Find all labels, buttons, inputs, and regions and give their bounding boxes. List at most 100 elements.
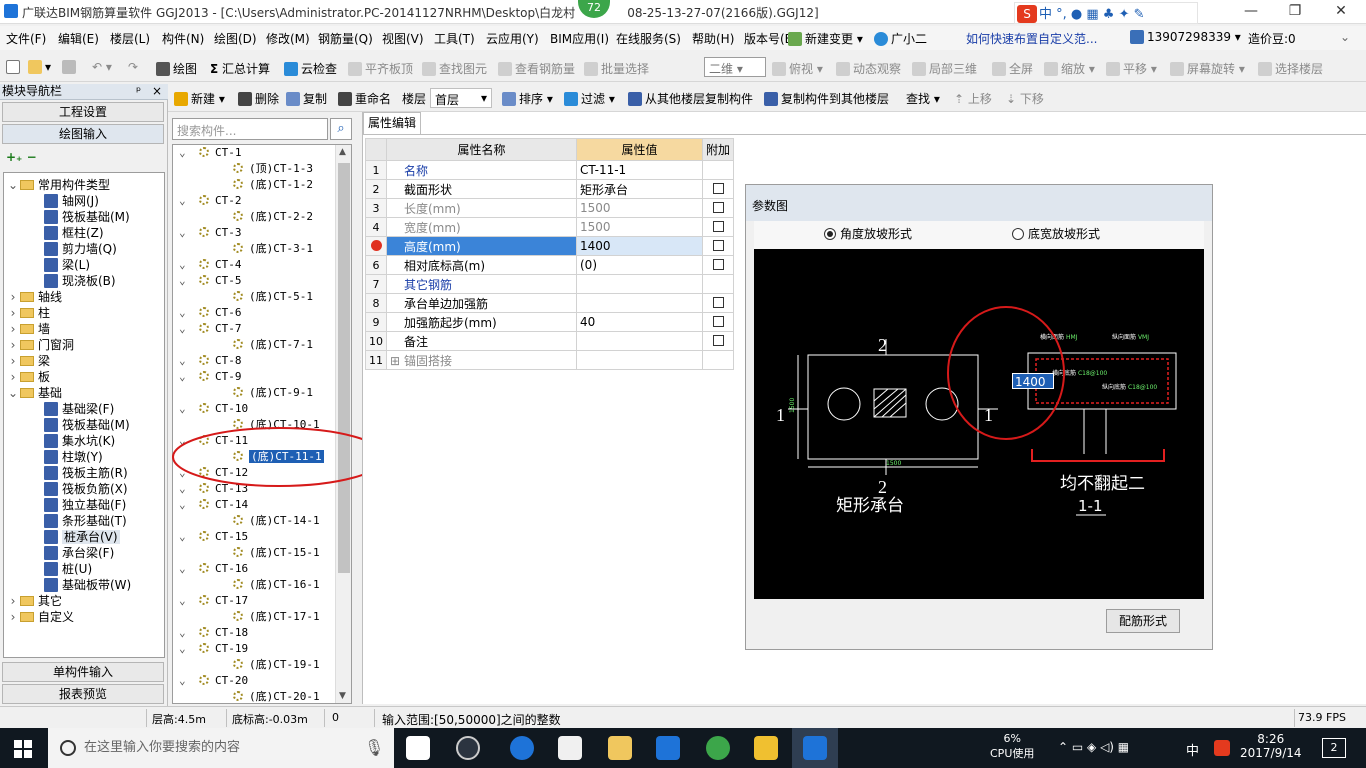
component-item[interactable]: (底)CT-20-1 (233, 689, 320, 703)
collapse-icon[interactable]: ⌄ (179, 401, 186, 417)
collapse-icon[interactable]: ⌄ (179, 353, 186, 369)
nav-tree-item[interactable]: › 柱 (8, 305, 50, 321)
component-item[interactable]: (底)CT-11-1 (233, 449, 324, 465)
sort-button[interactable]: 排序 ▾ (502, 90, 553, 107)
collapse-icon[interactable]: ⌄ (179, 225, 186, 241)
nav-tree-item[interactable]: 筏板负筋(X) (44, 481, 128, 497)
rebar-form-button[interactable]: 配筋形式 (1106, 609, 1180, 633)
component-group[interactable]: ⌄ CT-19 (179, 641, 248, 657)
report-preview-button[interactable]: 报表预览 (2, 684, 164, 704)
component-group[interactable]: ⌄ CT-3 (179, 225, 242, 241)
sogou-icon[interactable] (1214, 740, 1230, 756)
component-group[interactable]: ⌄ CT-8 (179, 353, 242, 369)
new-component-button[interactable]: 新建 ▾ (174, 90, 225, 107)
collapse-icon[interactable]: ⌄ (179, 321, 186, 337)
component-group[interactable]: ⌄ CT-14 (179, 497, 248, 513)
tray-icons[interactable]: ⌃ ▭ ◈ ◁) ▦ (1058, 740, 1129, 754)
expand-icon[interactable]: › (8, 369, 18, 385)
menu-item-3[interactable]: 构件(N) (162, 30, 204, 47)
component-search-input[interactable]: 搜索构件... (172, 118, 328, 140)
component-item[interactable]: (底)CT-14-1 (233, 513, 320, 529)
batch-select-button[interactable]: 批量选择 (584, 60, 649, 77)
height-input[interactable]: 1400 (1012, 373, 1054, 389)
copy-from-floor-button[interactable]: 从其他楼层复制构件 (628, 90, 753, 107)
radio-angle-slope[interactable]: 角度放坡形式 (824, 225, 912, 242)
nav-tree-item[interactable]: 梁(L) (44, 257, 90, 273)
nav-tree-item[interactable]: › 其它 (8, 593, 62, 609)
menu-item-9[interactable]: 云应用(Y) (486, 30, 539, 47)
nav-tree-item[interactable]: › 墙 (8, 321, 50, 337)
component-item[interactable]: (底)CT-7-1 (233, 337, 313, 353)
property-row[interactable]: 3 长度(mm) 1500 (365, 198, 735, 218)
taskbar-app-fan[interactable] (406, 736, 430, 760)
component-group[interactable]: ⌄ CT-18 (179, 625, 248, 641)
collapse-icon[interactable]: ⌄ (179, 673, 186, 689)
component-item[interactable]: (底)CT-15-1 (233, 545, 320, 561)
radio-width-slope[interactable]: 底宽放坡形式 (1012, 225, 1100, 242)
collapse-icon[interactable]: ⌄ (179, 641, 186, 657)
notification-icon[interactable]: 2 (1322, 738, 1346, 758)
nav-tree-item[interactable]: 条形基础(T) (44, 513, 127, 529)
collapse-icon[interactable]: ⌄ (8, 177, 18, 193)
collapse-icon[interactable]: ⌄ (179, 433, 186, 449)
taskbar-active-app[interactable] (792, 728, 838, 768)
property-row[interactable]: 6 相对底标高(m) (0) (365, 255, 735, 275)
nav-tree-item[interactable]: ⌄ 常用构件类型 (8, 177, 110, 193)
component-item[interactable]: (底)CT-19-1 (233, 657, 320, 673)
component-item[interactable]: (底)CT-5-1 (233, 289, 313, 305)
component-group[interactable]: ⌄ CT-16 (179, 561, 248, 577)
component-item[interactable]: (底)CT-1-2 (233, 177, 313, 193)
property-row[interactable]: 8 承台单边加强筋 (365, 293, 735, 313)
nav-tree-item[interactable]: 基础梁(F) (44, 401, 114, 417)
expand-all-icon[interactable]: +₊ − (6, 150, 37, 164)
floor-select[interactable]: 首层 ▾ (430, 88, 492, 108)
filter-button[interactable]: 过滤 ▾ (564, 90, 615, 107)
taskbar-app-360[interactable] (706, 736, 730, 760)
rotate-button[interactable]: 屏幕旋转 ▾ (1170, 60, 1245, 77)
menu-item-11[interactable]: 在线服务(S) (616, 30, 681, 47)
user-account[interactable]: 13907298339 ▾ (1130, 30, 1241, 44)
new-change-menu[interactable]: 新建变更 ▾ (788, 30, 863, 47)
component-item[interactable]: (底)CT-3-1 (233, 241, 313, 257)
property-value[interactable]: 矩形承台 (576, 179, 703, 199)
view-rebar-button[interactable]: 查看钢筋量 (498, 60, 575, 77)
undo-button[interactable]: ↶ ▾ (92, 60, 112, 74)
open-file-button[interactable]: ▾ (28, 60, 51, 74)
zoom-button[interactable]: 缩放 ▾ (1044, 60, 1095, 77)
component-item[interactable]: (底)CT-10-1 (233, 417, 320, 433)
tab-property-edit[interactable]: 属性编辑 (363, 112, 421, 134)
component-group[interactable]: ⌄ CT-5 (179, 273, 242, 289)
nav-tree-item[interactable]: 轴网(J) (44, 193, 99, 209)
xiaoer-button[interactable]: 广小二 (874, 30, 927, 47)
nav-tree-item[interactable]: 桩(U) (44, 561, 92, 577)
collapse-icon[interactable]: ⌄ (179, 273, 186, 289)
expand-icon[interactable]: › (8, 593, 18, 609)
local-3d-button[interactable]: 局部三维 (912, 60, 977, 77)
property-value[interactable]: 1500 (576, 217, 703, 237)
rename-button[interactable]: 重命名 (338, 90, 391, 107)
component-item[interactable]: (底)CT-17-1 (233, 609, 320, 625)
property-value[interactable] (576, 293, 703, 313)
nav-tree-item[interactable]: 筏板主筋(R) (44, 465, 128, 481)
search-icon[interactable]: ⌕ (330, 118, 352, 140)
nav-tree-item[interactable]: 承台梁(F) (44, 545, 114, 561)
expand-icon[interactable]: › (8, 353, 18, 369)
project-settings-button[interactable]: 工程设置 (2, 102, 164, 122)
windows-start-icon[interactable] (14, 740, 32, 758)
nav-tree-item[interactable]: 柱墩(Y) (44, 449, 103, 465)
property-value[interactable]: 1500 (576, 198, 703, 218)
property-row[interactable]: 7 其它钢筋 (365, 274, 735, 294)
collapse-icon[interactable]: ⌄ (179, 145, 186, 161)
nav-tree-item[interactable]: 现浇板(B) (44, 273, 116, 289)
property-value[interactable]: (0) (576, 255, 703, 275)
nav-tree-item[interactable]: 桩承台(V) (44, 529, 120, 545)
single-input-button[interactable]: 单构件输入 (2, 662, 164, 682)
extra-checkbox[interactable] (712, 183, 724, 194)
dynamic-view-button[interactable]: 动态观察 (836, 60, 901, 77)
component-group[interactable]: ⌄ CT-13 (179, 481, 248, 497)
component-item[interactable]: (底)CT-9-1 (233, 385, 313, 401)
delete-button[interactable]: 删除 (238, 90, 279, 107)
menu-item-10[interactable]: BIM应用(I) (550, 30, 609, 47)
top-view-button[interactable]: 俯视 ▾ (772, 60, 823, 77)
nav-tree-item[interactable]: ⌄ 基础 (8, 385, 62, 401)
